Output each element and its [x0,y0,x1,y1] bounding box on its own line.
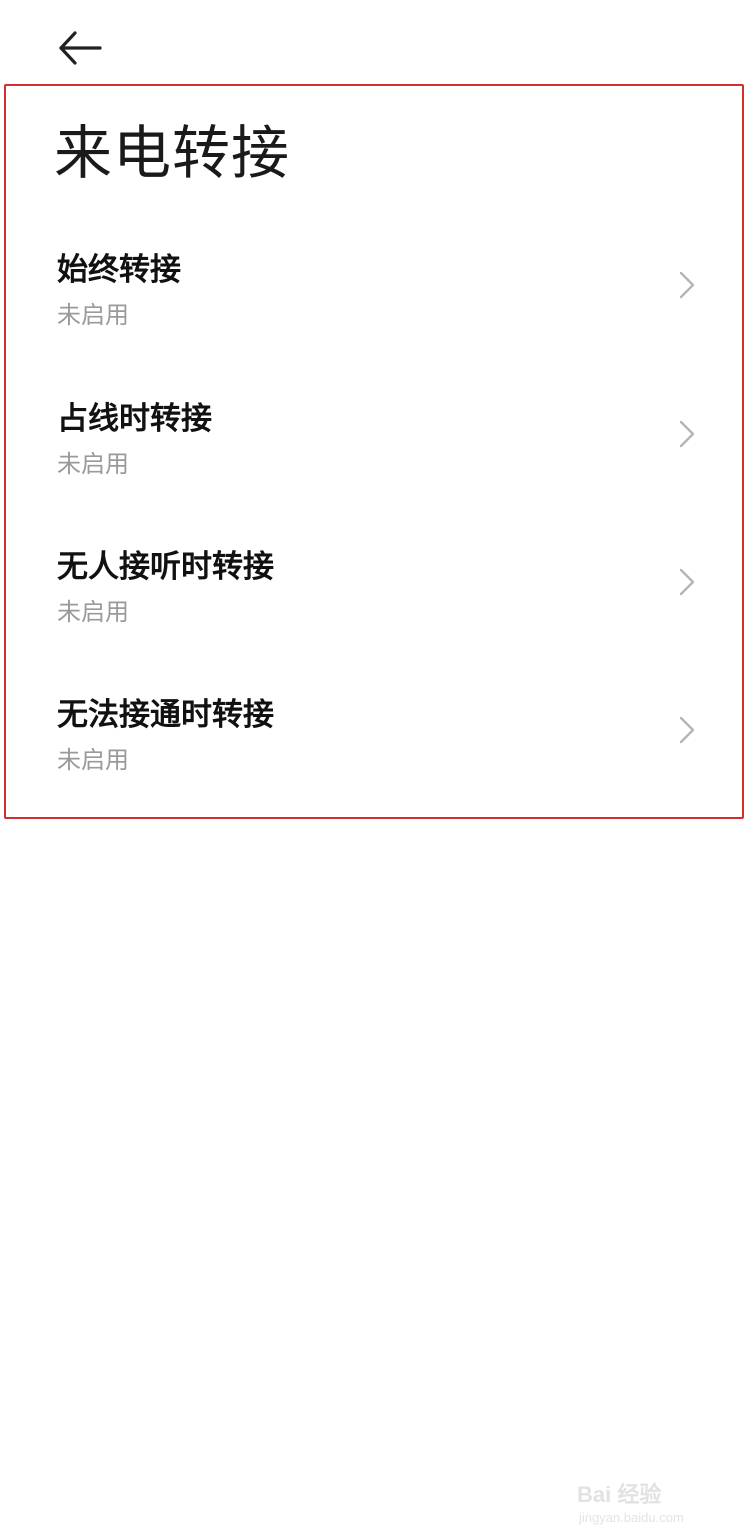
chevron-right-icon [676,267,698,303]
baidu-jingyan-watermark: Bai 经验 jingyan.baidu.com [575,1478,725,1528]
option-forward-when-busy[interactable]: 占线时转接 未启用 [0,397,750,507]
option-title: 无法接通时转接 [57,697,274,733]
chevron-right-icon [676,712,698,748]
option-title: 无人接听时转接 [57,549,274,585]
option-forward-when-unreachable[interactable]: 无法接通时转接 未启用 [0,693,750,803]
option-title: 始终转接 [57,252,181,288]
chevron-right-icon [676,564,698,600]
option-title: 占线时转接 [57,401,212,437]
back-button[interactable] [52,22,108,74]
svg-text:Bai 经验: Bai 经验 [577,1482,661,1507]
option-forward-when-unanswered[interactable]: 无人接听时转接 未启用 [0,545,750,655]
option-status: 未启用 [57,450,129,478]
option-status: 未启用 [57,301,129,329]
watermark-logo-icon: Bai 经验 jingyan.baidu.com [577,1482,684,1525]
page-title: 来电转接 [54,119,291,187]
option-always-forward[interactable]: 始终转接 未启用 [0,248,750,358]
option-status: 未启用 [57,746,129,774]
chevron-right-icon [676,416,698,452]
option-status: 未启用 [57,598,129,626]
svg-text:jingyan.baidu.com: jingyan.baidu.com [578,1510,684,1525]
arrow-left-icon [59,31,102,65]
